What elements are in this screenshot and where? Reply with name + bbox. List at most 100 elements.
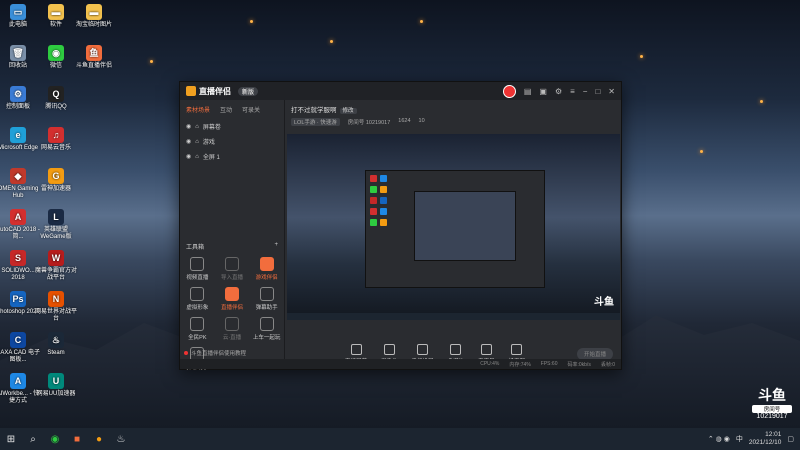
desktop-icon-label: 淘宝临时图片 (75, 22, 112, 28)
status-item: 丢帧:0 (600, 361, 615, 368)
tool-item[interactable]: 视频直播 (180, 257, 215, 281)
lantern (250, 20, 253, 23)
hot-count: 1624 (398, 118, 411, 124)
toolbox-title: 工具箱 (186, 245, 205, 251)
tool-item[interactable]: 上车一起玩 (249, 317, 284, 341)
control-icon (383, 344, 395, 355)
tool-icon (224, 287, 239, 301)
minimize-icon[interactable]: − (583, 87, 588, 96)
desktop-icon-label: 网易UU加速器 (36, 391, 76, 397)
scene-item[interactable]: ◉ ⌂ 屏幕卷 (180, 119, 284, 134)
lock-icon[interactable]: ⌂ (195, 154, 199, 160)
scene-item[interactable]: ◉ ⌂ 全屏 1 (180, 149, 284, 164)
tool-label: 弹幕助手 (255, 305, 278, 311)
steam-icon[interactable]: ♨ (110, 428, 132, 450)
close-icon[interactable]: ✕ (608, 87, 615, 96)
nested-desktop-icon (370, 219, 377, 226)
douyu-icon[interactable]: ■ (66, 428, 88, 450)
search-icon[interactable]: ⌕ (22, 428, 44, 450)
stream-title: 打不过就学服啊 (291, 107, 337, 114)
lantern (760, 100, 763, 103)
desktop-icon[interactable]: L 英雄联盟 WeGame版 (34, 209, 78, 241)
tool-item[interactable]: 导入直播 (215, 257, 250, 281)
tray-icons[interactable]: ⌃ ◍ ◉ (708, 435, 730, 443)
desktop-icon[interactable]: U 网易UU加速器 (34, 373, 78, 398)
clock-date: 2021/12/10 (748, 439, 782, 446)
tutorial-link[interactable]: 斗鱼直播伴侣使用教程 (184, 349, 246, 357)
lock-icon[interactable]: ⌂ (195, 139, 199, 145)
desktop-icon[interactable]: N 网易世界对战平台 (34, 291, 78, 323)
douyu-wordmark: 斗鱼 (758, 387, 786, 403)
tool-icon (259, 317, 274, 331)
app-icon: W (48, 250, 64, 266)
wechat-icon[interactable]: ◉ (44, 428, 66, 450)
desktop-icon[interactable]: W 魔兽争霸官方对战平台 (34, 250, 78, 282)
room-number: 10219017 (756, 413, 788, 420)
desktop-icon[interactable]: ♫ 网易云音乐 (34, 127, 78, 152)
desktop-icon[interactable]: 鱼斗鱼直播伴侣 (72, 45, 116, 70)
nested-desktop-icon (370, 197, 377, 204)
add-icon[interactable]: + (274, 242, 278, 251)
avatar[interactable] (502, 84, 516, 98)
taskbar: ⊞ ⌕ ◉ ■ ● ♨ ⌃ ◍ ◉ 中 12:01 2021/12/10 ▢ (0, 428, 800, 450)
tab-interact[interactable]: 互动 (220, 105, 232, 114)
app-icon: U (48, 373, 64, 389)
app-name: 直播伴侣 (199, 86, 231, 96)
tool-label: 视频直播 (186, 275, 209, 281)
tool-item[interactable]: 直播伴侣 (215, 287, 250, 311)
ime-indicator[interactable]: 中 (736, 434, 743, 444)
eye-icon[interactable]: ◉ (186, 138, 191, 145)
lock-icon[interactable]: ⌂ (195, 124, 199, 130)
browser-icon[interactable]: ● (88, 428, 110, 450)
clock[interactable]: 12:01 2021/12/10 (749, 431, 782, 447)
tool-icon (259, 287, 274, 301)
desktop-icon-label: 雷神加速器 (40, 186, 71, 192)
control-icon (511, 344, 523, 355)
message-icon[interactable]: ▤ (524, 87, 532, 96)
scene-label: 全屏 1 (202, 155, 220, 161)
eye-icon[interactable]: ◉ (186, 123, 191, 130)
settings-icon[interactable]: ⚙ (555, 87, 562, 96)
app-icon: N (48, 291, 64, 307)
menu-icon[interactable]: ≡ (570, 87, 575, 96)
scene-item[interactable]: ◉ ⌂ 游戏 (180, 134, 284, 149)
tool-item[interactable]: 游戏伴侣 (249, 257, 284, 281)
system-tray: ⌃ ◍ ◉ 中 12:01 2021/12/10 ▢ (708, 428, 794, 450)
desktop-icon[interactable]: Q 腾讯QQ (34, 86, 78, 111)
version-badge[interactable]: 新版 (238, 86, 259, 96)
gift-icon[interactable]: ▣ (539, 87, 547, 96)
tool-icon (224, 257, 239, 271)
scene-label: 屏幕卷 (202, 125, 221, 131)
windows-start-icon[interactable]: ⊞ (0, 428, 22, 450)
tool-label: 云·直播 (222, 335, 242, 341)
app-icon: 🗑 (10, 45, 26, 61)
hint-dot-icon (184, 351, 188, 355)
desktop-icon[interactable]: ♨ Steam (34, 332, 78, 357)
preview-douyu-mark: 斗鱼 (594, 297, 614, 308)
tool-item[interactable]: 云·直播 (215, 317, 250, 341)
desktop-icon[interactable]: ▬ 淘宝临时图片 (72, 4, 116, 29)
nested-desktop-icon (380, 208, 387, 215)
nested-desktop-icon (380, 197, 387, 204)
stream-preview[interactable]: 斗鱼 (287, 134, 620, 320)
maximize-icon[interactable]: □ (595, 87, 600, 96)
douyu-logo-icon (186, 86, 196, 96)
tool-item[interactable]: 弹幕助手 (249, 287, 284, 311)
desktop-icon[interactable]: G 雷神加速器 (34, 168, 78, 193)
nested-desktop-icon (370, 208, 377, 215)
tab-scene[interactable]: 素材场景 (186, 105, 210, 114)
edit-title-button[interactable]: 修改 (339, 108, 357, 114)
preview-taskbar (287, 313, 620, 320)
category-select[interactable]: LOL手游 · 快速游 (291, 118, 340, 126)
tab-record[interactable]: 可录关 (242, 105, 260, 114)
app-logo: 直播伴侣 新版 (186, 86, 259, 97)
control-icon (480, 344, 492, 355)
nested-desktop-icon (380, 175, 387, 182)
tool-item[interactable]: 虚拟形象 (180, 287, 215, 311)
tool-item[interactable]: 全民PK (180, 317, 215, 341)
live-companion-window[interactable]: 直播伴侣 新版 ▤ ▣ ⚙ ≡ − □ ✕ 素材场景 互动 可录关 ◉ ⌂ 屏幕卷 … (179, 81, 622, 371)
tool-label: 游戏伴侣 (255, 275, 278, 281)
eye-icon[interactable]: ◉ (186, 153, 191, 160)
app-icon: C (10, 332, 26, 348)
notification-icon[interactable]: ▢ (787, 435, 794, 443)
